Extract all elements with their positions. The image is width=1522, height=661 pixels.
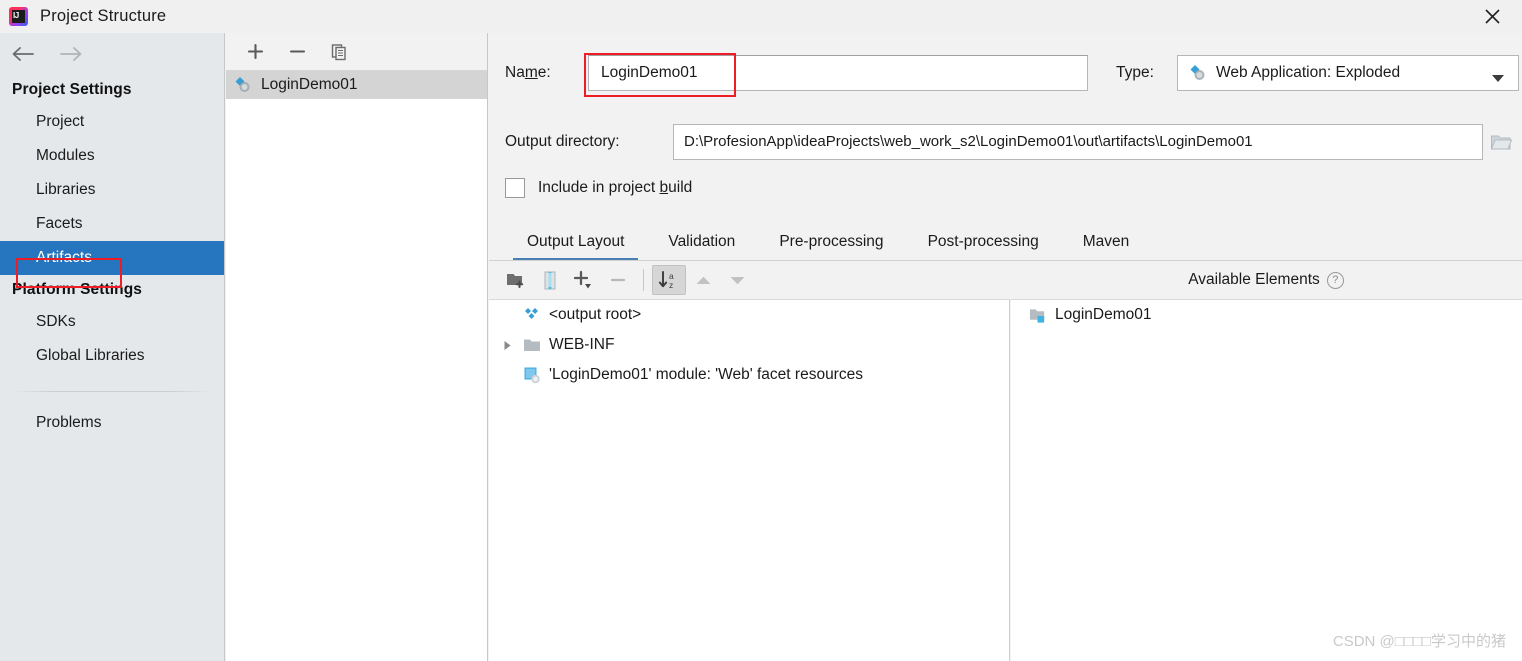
sidebar-item-facets[interactable]: Facets: [0, 207, 224, 241]
tree-row-label: <output root>: [549, 306, 642, 323]
chevron-right-icon[interactable]: [499, 340, 515, 351]
output-root-icon: [523, 306, 541, 324]
tab-maven[interactable]: Maven: [1061, 233, 1152, 261]
sidebar-item-problems[interactable]: Problems: [0, 406, 224, 440]
sidebar-item-sdks[interactable]: SDKs: [0, 305, 224, 339]
sidebar-item-libraries[interactable]: Libraries: [0, 173, 224, 207]
type-dropdown[interactable]: Web Application: Exploded: [1177, 55, 1519, 91]
title-bar: IJ Project Structure: [0, 0, 1522, 33]
list-item[interactable]: LoginDemo01: [226, 71, 487, 99]
output-layout-tree[interactable]: <output root> WEB-INF 'LoginDemo01' modu…: [489, 299, 1010, 661]
svg-text:z: z: [669, 280, 673, 290]
section-heading-platform-settings: Platform Settings: [12, 281, 143, 298]
chevron-down-icon[interactable]: [1491, 70, 1505, 88]
tree-row-web-inf[interactable]: WEB-INF: [489, 330, 1009, 360]
name-input[interactable]: LoginDemo01: [588, 55, 1088, 91]
project-structure-dialog: IJ Project Structure Project Settings Pr…: [0, 0, 1522, 661]
sort-az-icon[interactable]: a z: [652, 265, 686, 295]
minus-icon: [601, 265, 635, 295]
folder-icon: [523, 336, 541, 354]
facet-resources-icon: [523, 366, 541, 384]
web-artifact-icon: [1189, 64, 1207, 82]
artifact-list-panel: LoginDemo01: [226, 33, 488, 661]
detail-tabs: Output Layout Validation Pre-processing …: [505, 221, 1522, 261]
sidebar-item-project[interactable]: Project: [0, 105, 224, 139]
csdn-watermark: CSDN @□□□□学习中的猪: [1332, 633, 1506, 650]
tree-row-available-module[interactable]: LoginDemo01: [1011, 300, 1522, 330]
tab-validation[interactable]: Validation: [646, 233, 757, 261]
web-artifact-icon: [234, 76, 252, 94]
intellij-idea-logo-icon: IJ: [9, 7, 28, 26]
new-folder-icon[interactable]: [499, 265, 533, 295]
include-in-build-row[interactable]: Include in project build: [505, 178, 692, 198]
tab-post-processing[interactable]: Post-processing: [906, 233, 1061, 261]
navigation-arrows: [0, 33, 224, 75]
tab-pre-processing[interactable]: Pre-processing: [757, 233, 905, 261]
section-heading-project-settings: Project Settings: [12, 81, 132, 98]
window-title: Project Structure: [40, 7, 167, 25]
type-selected-value: Web Application: Exploded: [1216, 64, 1401, 81]
name-label: Name:: [505, 64, 551, 81]
toolbar-separator: [643, 269, 644, 291]
arrow-down-icon: [720, 265, 754, 295]
include-in-build-checkbox[interactable]: [505, 178, 525, 198]
forward-arrow-icon: [56, 41, 86, 67]
close-icon[interactable]: [1462, 0, 1522, 33]
plus-icon[interactable]: [242, 39, 268, 65]
name-and-type-row: Name: LoginDemo01 Type: Web Application:…: [505, 53, 1519, 97]
artifact-list-toolbar: [226, 33, 487, 71]
output-directory-row: Output directory: D:\ProfesionApp\ideaPr…: [505, 124, 1519, 160]
sidebar-item-artifacts[interactable]: Artifacts: [0, 241, 224, 275]
sidebar-item-modules[interactable]: Modules: [0, 139, 224, 173]
question-mark-icon[interactable]: ?: [1326, 271, 1344, 289]
plus-dropdown-icon[interactable]: [567, 265, 601, 295]
minus-icon[interactable]: [284, 39, 310, 65]
list-item-label: LoginDemo01: [261, 76, 358, 93]
type-label: Type:: [1116, 64, 1154, 81]
copy-icon[interactable]: [326, 39, 352, 65]
output-directory-input[interactable]: D:\ProfesionApp\ideaProjects\web_work_s2…: [673, 124, 1483, 160]
include-in-build-label: Include in project build: [538, 179, 693, 196]
arrow-up-icon: [686, 265, 720, 295]
available-elements-label: Available Elements: [1188, 271, 1320, 288]
tree-row-label: 'LoginDemo01' module: 'Web' facet resour…: [549, 366, 863, 383]
output-directory-label: Output directory:: [505, 133, 620, 150]
sidebar-divider: [14, 391, 210, 392]
tab-output-layout[interactable]: Output Layout: [505, 233, 646, 261]
tree-row-label: LoginDemo01: [1055, 306, 1152, 323]
tree-row-facet-resources[interactable]: 'LoginDemo01' module: 'Web' facet resour…: [489, 360, 1009, 390]
tree-row-output-root[interactable]: <output root>: [489, 300, 1009, 330]
tree-row-label: WEB-INF: [549, 336, 615, 353]
module-icon: [1029, 306, 1047, 324]
artifact-detail-pane: Name: LoginDemo01 Type: Web Application:…: [489, 33, 1522, 661]
available-elements-tree[interactable]: LoginDemo01: [1011, 299, 1522, 661]
available-elements-header: Available Elements ?: [1010, 261, 1522, 299]
folder-open-icon[interactable]: [1483, 124, 1519, 160]
settings-sidebar: Project Settings Project Modules Librari…: [0, 33, 225, 661]
archive-icon[interactable]: [533, 265, 567, 295]
sidebar-item-global-libraries[interactable]: Global Libraries: [0, 339, 224, 373]
back-arrow-icon[interactable]: [8, 41, 38, 67]
